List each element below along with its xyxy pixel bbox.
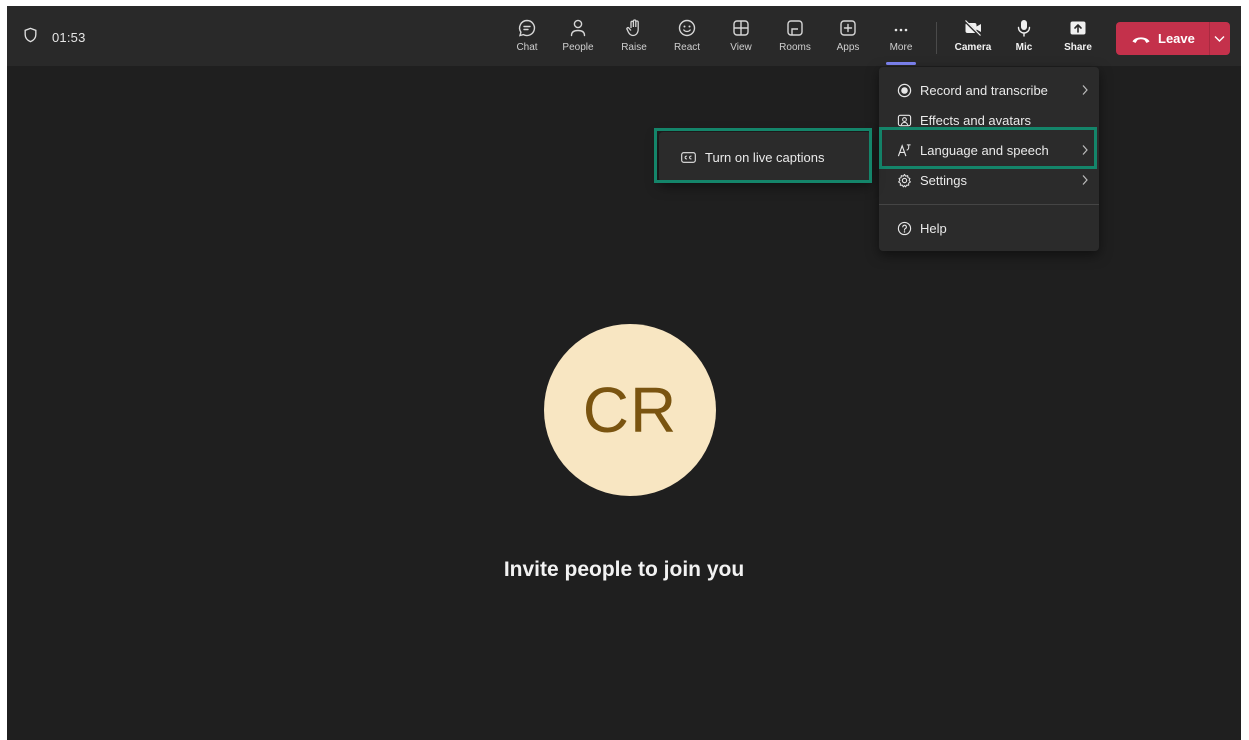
hang-up-icon [1132, 36, 1150, 43]
more-button[interactable]: More [880, 15, 922, 63]
meeting-window: 01:53 Chat People Raise React View Rooms… [7, 6, 1241, 740]
menu-item-label: Help [920, 220, 947, 236]
microphone-icon [1017, 20, 1031, 37]
camera-off-icon [964, 20, 981, 37]
chevron-down-icon [1214, 35, 1225, 42]
rooms-icon [787, 20, 803, 36]
avatar: CR [544, 324, 716, 496]
chat-label: Chat [516, 42, 538, 53]
more-label: More [889, 42, 913, 53]
view-label: View [730, 42, 752, 53]
people-icon [570, 19, 586, 37]
meeting-info: 01:53 [23, 27, 86, 48]
raise-hand-button[interactable]: Raise [613, 15, 655, 63]
people-label: People [562, 42, 594, 53]
menu-item-record[interactable]: Record and transcribe [879, 75, 1099, 105]
react-label: React [673, 42, 701, 53]
meeting-toolbar: 01:53 Chat People Raise React View Rooms… [7, 6, 1241, 66]
share-label: Share [1064, 42, 1092, 53]
react-button[interactable]: React [666, 15, 708, 63]
active-tab-indicator [886, 62, 916, 65]
effects-icon [896, 112, 912, 128]
apps-label: Apps [836, 42, 860, 53]
menu-item-settings[interactable]: Settings [879, 165, 1099, 195]
menu-item-help[interactable]: Help [879, 213, 1099, 243]
view-button[interactable]: View [720, 15, 762, 63]
chat-button[interactable]: Chat [506, 15, 548, 63]
mic-button[interactable]: Mic [1003, 15, 1045, 63]
menu-item-label: Settings [920, 172, 967, 188]
rooms-label: Rooms [779, 42, 811, 53]
chevron-right-icon [1082, 175, 1088, 185]
menu-item-label: Effects and avatars [920, 112, 1032, 128]
apps-button[interactable]: Apps [827, 15, 869, 63]
add-app-icon [840, 20, 856, 36]
avatar-initials: CR [582, 374, 678, 446]
gear-icon [896, 172, 912, 188]
ellipsis-icon [894, 28, 908, 32]
shield-icon[interactable] [23, 27, 38, 48]
grid-view-icon [733, 20, 749, 36]
share-icon [1070, 21, 1086, 35]
raise-hand-icon [626, 19, 639, 37]
toolbar-divider [936, 22, 937, 54]
invite-message: Invite people to join you [503, 558, 745, 581]
leave-options-button[interactable] [1210, 22, 1230, 55]
menu-item-label: Record and transcribe [920, 82, 1048, 98]
rooms-button[interactable]: Rooms [774, 15, 816, 63]
menu-divider [879, 204, 1099, 205]
highlight-language-speech [879, 127, 1097, 169]
chevron-right-icon [1082, 85, 1088, 95]
mic-label: Mic [1015, 42, 1033, 53]
meeting-timer: 01:53 [52, 30, 86, 45]
raise-label: Raise [621, 42, 647, 53]
record-icon [896, 82, 912, 98]
leave-button-group: Leave [1116, 22, 1230, 55]
camera-button[interactable]: Camera [952, 15, 994, 63]
smiley-icon [678, 19, 696, 37]
leave-button[interactable]: Leave [1116, 22, 1195, 55]
help-icon [896, 220, 912, 236]
camera-label: Camera [954, 42, 992, 53]
share-button[interactable]: Share [1057, 15, 1099, 63]
highlight-live-captions [654, 128, 872, 183]
leave-label: Leave [1158, 31, 1195, 46]
chat-icon [518, 19, 536, 37]
people-button[interactable]: People [557, 15, 599, 63]
